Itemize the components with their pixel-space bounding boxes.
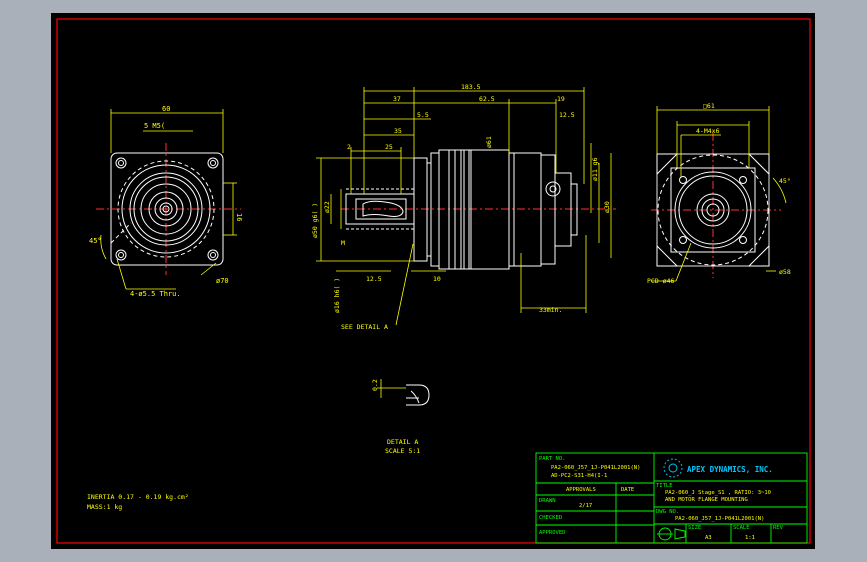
detail-dim: 0.2 [371, 379, 379, 391]
front-view [96, 143, 241, 275]
side-dim-16: ø16 h6( ) [333, 278, 341, 313]
side-dim-37: 37 [393, 95, 401, 103]
side-dim-33: 33min. [539, 306, 562, 314]
tb-approved: APPROVED [539, 530, 566, 536]
title-block-labels: PART NO. PA2-060_J57_1J-P041L2001(N) AD-… [539, 456, 784, 541]
end-view [651, 133, 781, 278]
tb-checked: CHECKED [539, 515, 562, 521]
tb-part-no-2: AD-PC2-S31-H4(I-1 [551, 473, 607, 479]
end-dim-holes: 4-M4x6 [696, 127, 720, 135]
drawing-canvas: 60 5 M5( 16 45° 4-ø5.5 Thru. ø70 183.5 3… [56, 18, 811, 544]
tb-dwg-no: PA2-060_J57_1J-P041L2001(N) [675, 516, 764, 522]
end-dim-diameter: ø58 [779, 268, 791, 276]
front-view-labels: 60 5 M5( 16 45° 4-ø5.5 Thru. ø70 [89, 105, 243, 298]
side-dim-35: 35 [394, 127, 402, 135]
front-view-dimensions [100, 109, 237, 290]
tb-date: DATE [621, 487, 634, 493]
detail-scale: SCALE 5:1 [385, 447, 420, 455]
tb-drawn-val: 2/17 [579, 503, 592, 509]
side-dim-11: ø11 g6 [591, 157, 599, 181]
front-dim-angle: 45° [89, 237, 102, 245]
tb-approvals: APPROVALS [566, 487, 596, 493]
detail-a [406, 384, 430, 406]
side-dim-total: 183.5 [461, 83, 481, 91]
detail-label: DETAIL A [387, 438, 418, 446]
note-mass: MASS:1 kg [87, 503, 122, 511]
tb-title-label: TITLE [656, 483, 673, 489]
front-dim-side: 16 [235, 213, 243, 221]
side-dim-625: 62.5 [479, 95, 495, 103]
side-dim-50: ø50 g6( ) [311, 203, 319, 238]
tb-title-1: PA2-060_J Stage_S1 , RATIO: 3~10 [665, 490, 771, 496]
side-dim-22: ø22 [323, 201, 331, 213]
side-view [341, 149, 616, 270]
end-dim-angle: 45° [779, 177, 791, 185]
tb-dwg-no-label: DWG NO. [656, 509, 679, 515]
front-dim-tap: 5 M5( [144, 122, 165, 130]
tb-title-2: AND MOTOR FLANGE MOUNTING [665, 497, 748, 503]
side-dim-125: 12.5 [366, 275, 382, 283]
tb-drawn: DRAWN [539, 498, 556, 504]
tb-scale: 1:1 [745, 535, 755, 541]
tb-part-no-1: PA2-060_J57_1J-P041L2001(N) [551, 465, 640, 471]
cad-viewport[interactable]: 60 5 M5( 16 45° 4-ø5.5 Thru. ø70 183.5 3… [51, 13, 815, 549]
side-dim-19: 19 [557, 95, 565, 103]
tb-size-label: SIZE [688, 525, 701, 531]
front-dim-diameter: ø70 [216, 277, 229, 285]
detail-a-labels: 0.2 DETAIL A SCALE 5:1 [371, 379, 420, 455]
side-dim-125b: 12.5 [559, 111, 575, 119]
side-dim-m: M [341, 239, 345, 247]
side-dim-2: 2 [347, 143, 351, 151]
tb-size: A3 [705, 535, 712, 541]
side-dim-25: 25 [385, 143, 393, 151]
detail-a-dims [377, 379, 406, 398]
end-dim-pcd: PCD ø46 [647, 277, 674, 285]
end-dim-square: □61 [703, 102, 715, 110]
notes: INERTIA 0.17 - 0.19 kg.cm² MASS:1 kg [87, 493, 189, 511]
front-dim-width: 60 [162, 105, 170, 113]
note-inertia: INERTIA 0.17 - 0.19 kg.cm² [87, 493, 189, 501]
tb-company: APEX DYNAMICS, INC. [687, 465, 773, 474]
side-dim-61: ø61 [485, 136, 493, 148]
tb-scale-label: SCALE [733, 525, 750, 531]
side-dim-5: 5.5 [417, 111, 429, 119]
tb-rev-label: REV [773, 525, 784, 531]
front-hole-note: 4-ø5.5 Thru. [130, 290, 181, 298]
side-dim-30: ø30 [603, 201, 611, 213]
side-dim-10: 10 [433, 275, 441, 283]
tb-part-no-label: PART NO. [539, 456, 566, 462]
side-detail-ref: SEE DETAIL A [341, 323, 388, 331]
